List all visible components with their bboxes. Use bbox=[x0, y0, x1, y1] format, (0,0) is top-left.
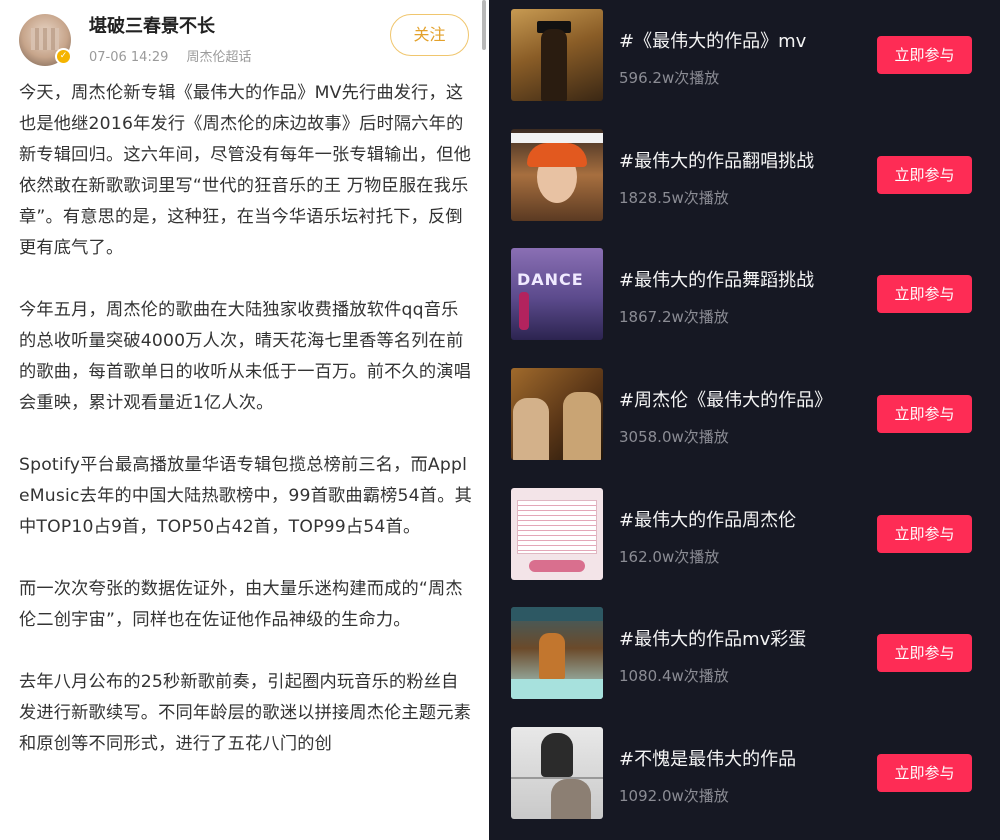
post-panel: ✓ 堪破三春景不长 07-06 14:29 周杰伦超话 关注 今天，周杰伦新专辑… bbox=[0, 0, 489, 840]
dance-thumbnail-text: DANCE bbox=[517, 270, 584, 289]
play-count: 3058.0w次播放 bbox=[619, 428, 729, 446]
verified-badge-icon: ✓ bbox=[55, 48, 72, 65]
post-paragraph: Spotify平台最高播放量华语专辑包揽总榜前三名，而AppleMusic去年的… bbox=[19, 455, 472, 537]
scrollbar[interactable] bbox=[482, 0, 486, 50]
list-item[interactable]: #最伟大的作品mv彩蛋 1080.4w次播放 立即参与 bbox=[489, 607, 1000, 707]
challenge-list: #《最伟大的作品》mv 596.2w次播放 立即参与 #最伟大的作品翻唱挑战 1… bbox=[489, 0, 1000, 840]
list-item[interactable]: #最伟大的作品翻唱挑战 1828.5w次播放 立即参与 bbox=[489, 129, 1000, 229]
challenge-title[interactable]: #最伟大的作品mv彩蛋 bbox=[619, 625, 806, 651]
chart-sheet-thumbnail[interactable] bbox=[511, 488, 603, 580]
play-count: 1092.0w次播放 bbox=[619, 787, 729, 805]
join-button[interactable]: 立即参与 bbox=[877, 634, 972, 672]
author-name[interactable]: 堪破三春景不长 bbox=[89, 12, 215, 38]
join-button[interactable]: 立即参与 bbox=[877, 395, 972, 433]
join-button[interactable]: 立即参与 bbox=[877, 754, 972, 792]
list-item[interactable]: #不愧是最伟大的作品 1092.0w次播放 立即参与 bbox=[489, 727, 1000, 827]
cover-singer-thumbnail[interactable] bbox=[511, 129, 603, 221]
post-source[interactable]: 周杰伦超话 bbox=[187, 50, 252, 65]
post-paragraph: 今年五月，周杰伦的歌曲在大陆独家收费播放软件qq音乐的总收听量突破4000万人次… bbox=[19, 300, 472, 413]
play-count: 1828.5w次播放 bbox=[619, 189, 729, 207]
play-count: 1080.4w次播放 bbox=[619, 667, 729, 685]
two-people-thumbnail[interactable] bbox=[511, 368, 603, 460]
challenge-title[interactable]: #《最伟大的作品》mv bbox=[619, 27, 806, 53]
post-meta: 07-06 14:29 周杰伦超话 bbox=[89, 46, 252, 65]
piano-thumbnail[interactable] bbox=[511, 727, 603, 819]
play-count: 1867.2w次播放 bbox=[619, 308, 729, 326]
join-button[interactable]: 立即参与 bbox=[877, 156, 972, 194]
mv-still-thumbnail[interactable] bbox=[511, 9, 603, 101]
challenge-title[interactable]: #周杰伦《最伟大的作品》 bbox=[619, 386, 832, 412]
post-paragraph: 而一次次夸张的数据佐证外，由大量乐迷构建而成的“周杰伦二创宇宙”，同样也在佐证他… bbox=[19, 579, 463, 630]
challenge-title[interactable]: #不愧是最伟大的作品 bbox=[619, 745, 796, 771]
follow-button[interactable]: 关注 bbox=[390, 14, 469, 56]
dance-thumbnail[interactable]: DANCE bbox=[511, 248, 603, 340]
join-button[interactable]: 立即参与 bbox=[877, 275, 972, 313]
post-time: 07-06 14:29 bbox=[89, 50, 169, 65]
challenge-title[interactable]: #最伟大的作品舞蹈挑战 bbox=[619, 266, 814, 292]
play-count: 596.2w次播放 bbox=[619, 69, 720, 87]
list-item[interactable]: #《最伟大的作品》mv 596.2w次播放 立即参与 bbox=[489, 9, 1000, 109]
list-item[interactable]: DANCE #最伟大的作品舞蹈挑战 1867.2w次播放 立即参与 bbox=[489, 248, 1000, 348]
join-button[interactable]: 立即参与 bbox=[877, 36, 972, 74]
list-item[interactable]: #周杰伦《最伟大的作品》 3058.0w次播放 立即参与 bbox=[489, 368, 1000, 468]
challenge-title[interactable]: #最伟大的作品翻唱挑战 bbox=[619, 147, 814, 173]
play-count: 162.0w次播放 bbox=[619, 548, 720, 566]
join-button[interactable]: 立即参与 bbox=[877, 515, 972, 553]
post-paragraph: 去年八月公布的25秒新歌前奏，引起圈内玩音乐的粉丝自发进行新歌续写。不同年龄层的… bbox=[19, 672, 472, 754]
list-item[interactable]: #最伟大的作品周杰伦 162.0w次播放 立即参与 bbox=[489, 488, 1000, 588]
mv-easter-egg-thumbnail[interactable] bbox=[511, 607, 603, 699]
post-paragraph: 今天，周杰伦新专辑《最伟大的作品》MV先行曲发行，这也是他继2016年发行《周杰… bbox=[19, 83, 472, 258]
challenge-title[interactable]: #最伟大的作品周杰伦 bbox=[619, 506, 796, 532]
post-body: 今天，周杰伦新专辑《最伟大的作品》MV先行曲发行，这也是他继2016年发行《周杰… bbox=[19, 78, 475, 791]
